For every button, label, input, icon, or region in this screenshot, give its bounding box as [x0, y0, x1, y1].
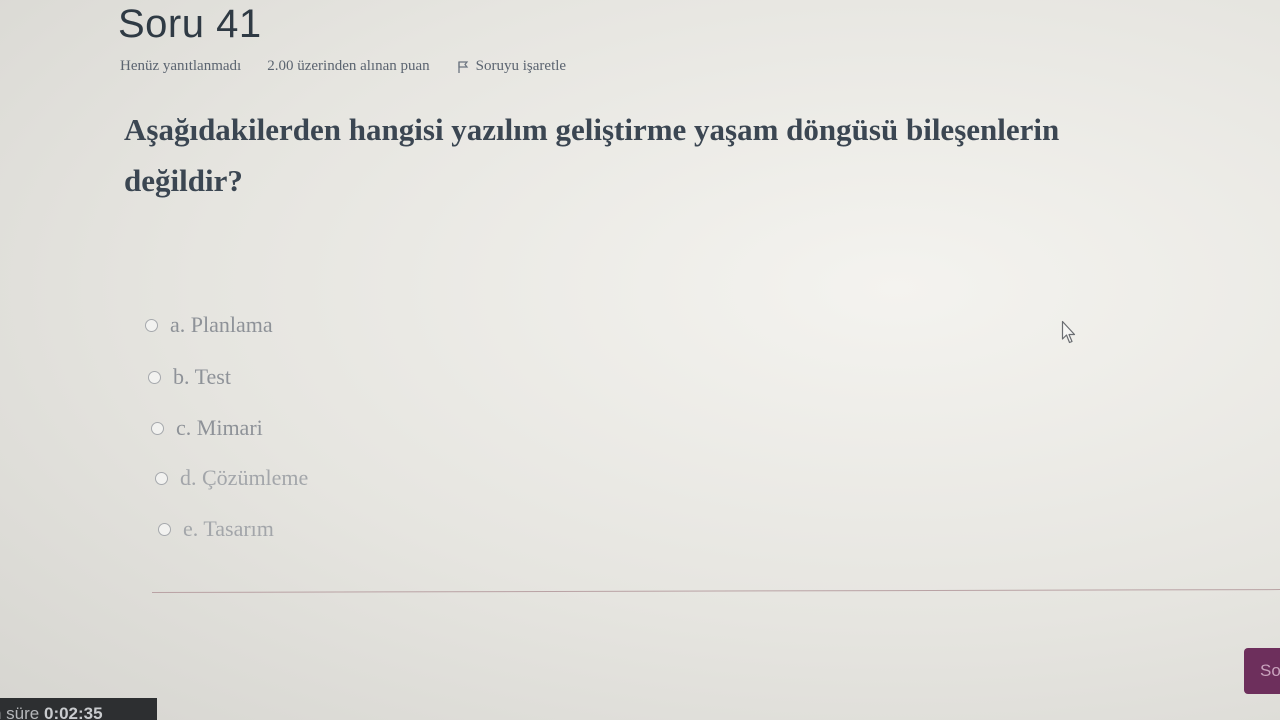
answer-option-e[interactable]: e. Tasarım [158, 516, 274, 542]
answer-radio-a[interactable] [145, 318, 158, 332]
question-title: Soru 41 [118, 2, 262, 46]
answer-radio-d[interactable] [155, 471, 168, 485]
timer-content: n süre 0:02:35 [0, 704, 103, 720]
quiz-timer: n süre 0:02:35 [0, 698, 157, 720]
answer-option-b[interactable]: b. Test [148, 364, 231, 390]
answer-radio-e[interactable] [158, 522, 171, 536]
answer-label-e: e. Tasarım [183, 516, 274, 541]
answer-label-a: a. Planlama [170, 312, 273, 337]
answer-option-a[interactable]: a. Planlama [145, 312, 273, 338]
question-state: Henüz yanıtlanmadı [120, 58, 242, 74]
flag-question-label: Soruyu işaretle [475, 58, 567, 74]
next-page-button[interactable]: So [1244, 648, 1280, 694]
question-text: Aşağıdakilerden hangisi yazılım geliştir… [124, 104, 1280, 206]
flag-question-link[interactable]: Soruyu işaretle [456, 58, 566, 75]
quiz-page: Soru 41 Henüz yanıtlanmadı 2.00 üzerinde… [0, 0, 1280, 720]
question-info: Henüz yanıtlanmadı 2.00 üzerinden alınan… [120, 58, 566, 75]
answer-radio-c[interactable] [151, 421, 164, 435]
question-divider [151, 589, 1280, 593]
question-grade: 2.00 üzerinden alınan puan [267, 58, 430, 74]
answer-label-b: b. Test [173, 364, 231, 389]
answer-option-c[interactable]: c. Mimari [151, 415, 263, 441]
answer-label-c: c. Mimari [176, 415, 263, 440]
flag-icon [456, 60, 470, 74]
timer-label: n süre [0, 704, 40, 720]
timer-value: 0:02:35 [43, 704, 103, 720]
question-text-line-1: Aşağıdakilerden hangisi yazılım geliştir… [124, 112, 1060, 147]
question-text-line-2: değildir? [124, 163, 243, 198]
mouse-pointer-icon [1061, 320, 1079, 346]
answer-option-d[interactable]: d. Çözümleme [155, 465, 308, 491]
answer-label-d: d. Çözümleme [180, 465, 309, 490]
answer-radio-b[interactable] [148, 370, 161, 384]
